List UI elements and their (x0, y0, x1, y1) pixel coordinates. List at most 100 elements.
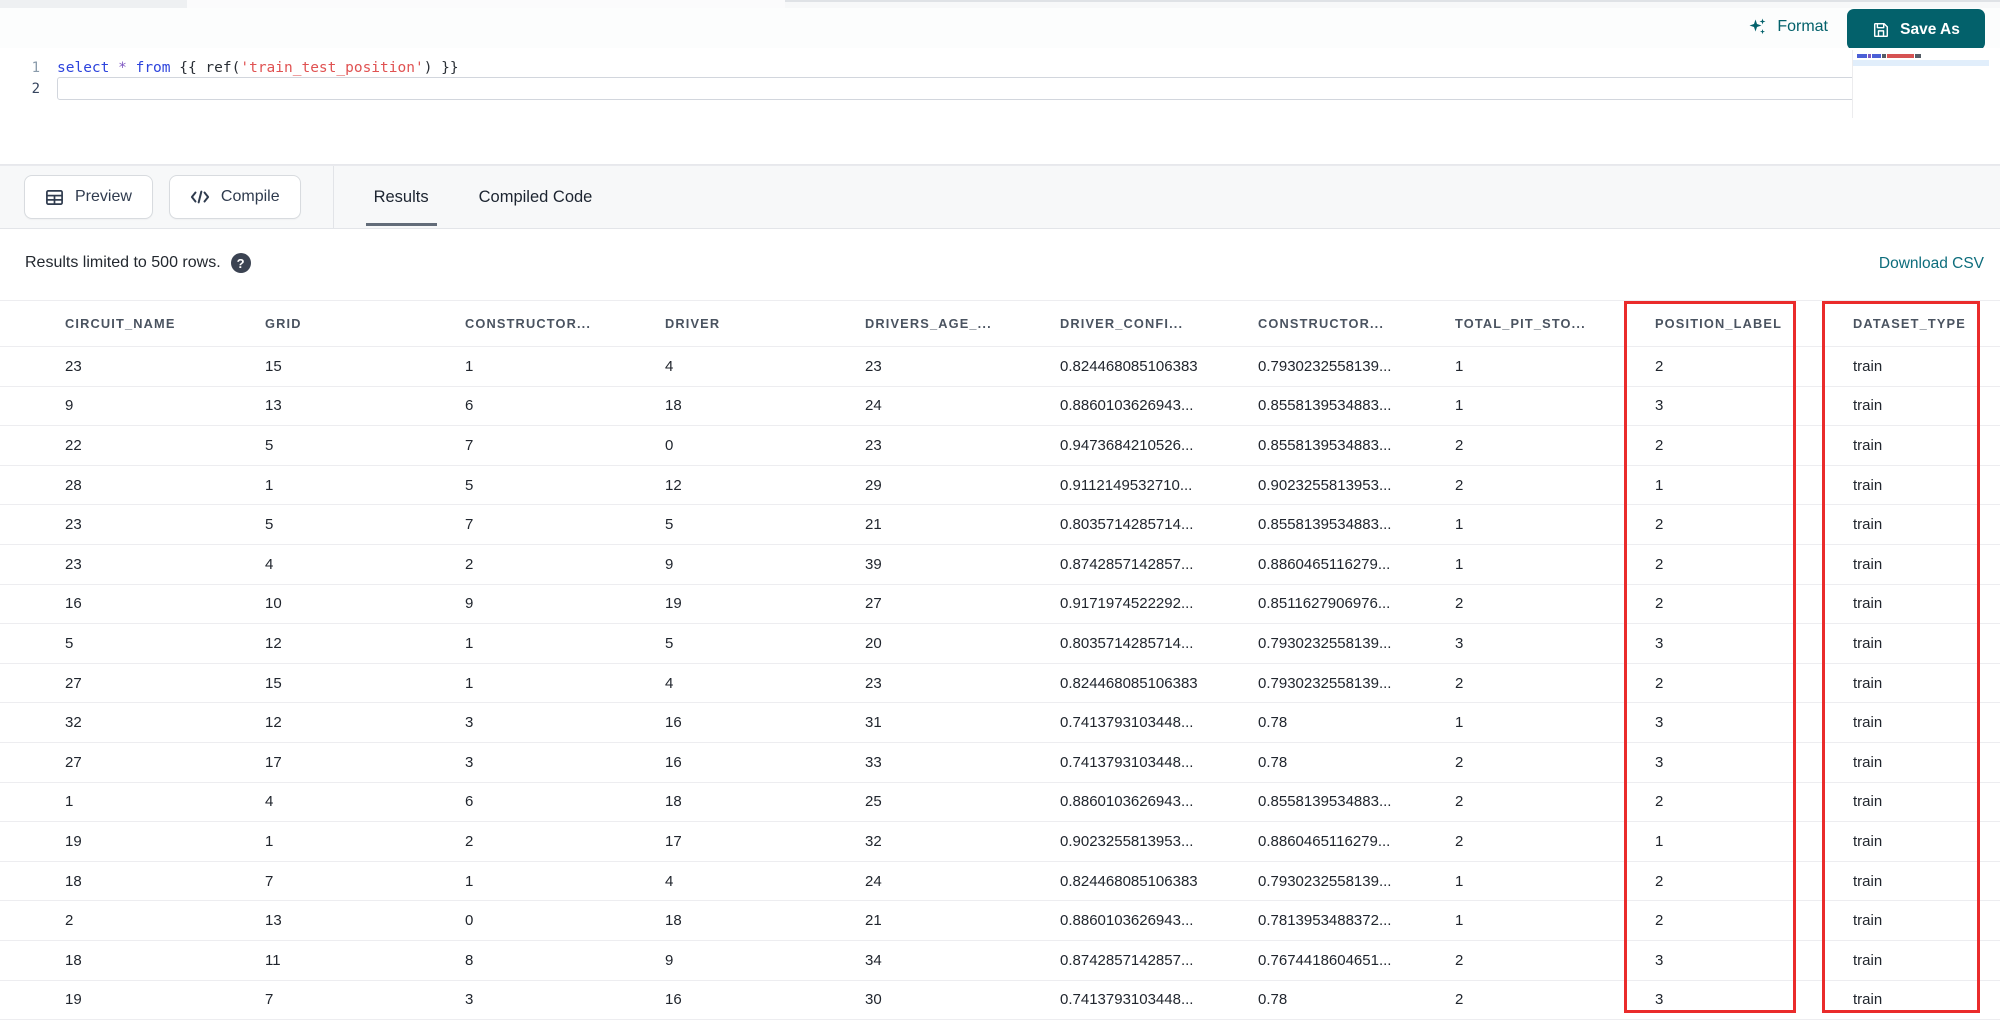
table-cell: 0.824468085106383 (1060, 674, 1198, 692)
table-cell: 2 (1655, 595, 1664, 613)
table-cell: 10 (265, 595, 282, 613)
table-cell: 4 (665, 872, 674, 890)
table-cell: 25 (865, 793, 882, 811)
compile-button[interactable]: Compile (168, 175, 301, 219)
table-cell: 1 (1655, 832, 1664, 850)
table-cell: 0.824468085106383 (1060, 357, 1198, 375)
table-cell: 16 (665, 753, 682, 771)
table-cell: 3 (465, 991, 474, 1009)
table-row: 1 4 6 18 25 0.8860103626943... 0.8558139534883… (0, 783, 2000, 823)
table-cell: 0.78 (1258, 991, 1288, 1009)
table-cell: 18 (65, 951, 82, 969)
table-cell: 34 (865, 951, 882, 969)
table-cell: train (1853, 476, 1883, 494)
help-icon[interactable]: ? (230, 253, 251, 273)
table-cell: 27 (865, 595, 882, 613)
table-cell: 22 (65, 436, 82, 454)
table-cell: 23 (65, 516, 82, 534)
tab-compiled-code[interactable]: Compiled Code (467, 166, 605, 228)
table-cell: 3 (1655, 634, 1664, 652)
table-body: 23 15 1 4 23 0.824468085106383 0.7930232558139… (0, 347, 2000, 1020)
table-cell: 23 (65, 357, 82, 375)
editor-header-bar: Format Save As (0, 8, 2000, 50)
compile-label: Compile (220, 188, 280, 205)
table-cell: 0.9112149532710... (1060, 476, 1193, 494)
line-number: 1 (31, 59, 40, 76)
table-cell: 0.9171974522292... (1060, 595, 1194, 613)
table-row: 2 13 0 18 21 0.8860103626943... 0.781395348837… (0, 901, 2000, 941)
table-cell: 0.9023255813953... (1060, 832, 1194, 850)
table-cell: 1 (65, 793, 74, 811)
table-row: 32 12 3 16 31 0.7413793103448... 0.78 1 3 train (0, 703, 2000, 743)
table-cell: 0.7930232558139... (1258, 674, 1392, 692)
table-cell: 12 (665, 476, 682, 494)
table-cell: train (1853, 951, 1883, 969)
table-cell: 0.7930232558139... (1258, 634, 1392, 652)
save-as-button[interactable]: Save As (1847, 9, 1985, 50)
code-editor[interactable]: 1 select * from {{ ref('train_test_positi… (0, 48, 2000, 165)
table-cell: 2 (1455, 832, 1464, 850)
table-cell: 9 (665, 555, 674, 573)
table-cell: 17 (665, 832, 682, 850)
table-row: 23 15 1 4 23 0.824468085106383 0.7930232558139… (0, 347, 2000, 387)
code-line[interactable]: 1 select * from {{ ref('train_test_positi… (0, 57, 2000, 78)
format-button[interactable]: Format (1748, 17, 1828, 37)
table-cell: 3 (1655, 397, 1664, 415)
table-row: 22 5 7 0 23 0.9473684210526... 0.8558139534883… (0, 426, 2000, 466)
table-cell: 6 (465, 397, 474, 415)
column-header: CONSTRUCTOR... (1258, 316, 1385, 331)
table-cell: 0 (465, 912, 474, 930)
table-cell: 23 (865, 674, 882, 692)
table-cell: 2 (465, 555, 474, 573)
table-cell: 2 (1455, 595, 1464, 613)
table-cell: 18 (665, 912, 682, 930)
table-cell: 0.8511627906976... (1258, 595, 1391, 613)
table-cell: 2 (1455, 753, 1464, 771)
tab-results[interactable]: Results (362, 166, 441, 228)
download-csv-link[interactable]: Download CSV (1879, 255, 1984, 273)
column-header: CONSTRUCTOR... (465, 316, 592, 331)
column-header: DRIVERS_AGE_... (865, 316, 992, 331)
table-cell: 6 (465, 793, 474, 811)
editor-minimap[interactable] (1852, 50, 1989, 118)
table-cell: 2 (1655, 793, 1664, 811)
table-cell: 0.7413793103448... (1060, 991, 1194, 1009)
table-cell: 5 (665, 516, 674, 534)
table-cell: 1 (1455, 516, 1464, 534)
table-cell: train (1853, 912, 1883, 930)
preview-button[interactable]: Preview (24, 175, 153, 219)
table-row: 19 1 2 17 32 0.9023255813953... 0.886046511627… (0, 822, 2000, 862)
table-cell: 0.78 (1258, 753, 1288, 771)
format-label: Format (1777, 18, 1828, 35)
table-cell: train (1853, 555, 1883, 573)
table-row: 27 15 1 4 23 0.824468085106383 0.7930232558139… (0, 664, 2000, 704)
table-cell: 11 (265, 951, 281, 969)
table-row: 23 4 2 9 39 0.8742857142857... 0.8860465116279… (0, 545, 2000, 585)
table-cell: 5 (465, 476, 474, 494)
table-cell: 1 (465, 872, 474, 890)
table-cell: train (1853, 872, 1883, 890)
table-cell: 0.8860103626943... (1060, 912, 1194, 930)
table-cell: 0.9023255813953... (1258, 476, 1392, 494)
table-cell: 1 (1455, 714, 1464, 732)
table-cell: 5 (265, 516, 274, 534)
table-cell: 5 (65, 634, 74, 652)
table-cell: 4 (265, 793, 274, 811)
table-cell: 0.8860103626943... (1060, 793, 1194, 811)
table-cell: 21 (865, 516, 882, 534)
column-header: GRID (265, 316, 302, 331)
table-cell: 13 (265, 912, 282, 930)
table-cell: 0.7930232558139... (1258, 357, 1392, 375)
table-cell: 23 (865, 357, 882, 375)
table-cell: 30 (865, 991, 882, 1009)
table-cell: 0.8860103626943... (1060, 397, 1194, 415)
table-cell: 7 (465, 436, 474, 454)
table-cell: 3 (465, 714, 474, 732)
table-cell: 2 (1655, 912, 1664, 930)
table-cell: 32 (65, 714, 82, 732)
table-cell: 2 (1455, 951, 1464, 969)
table-cell: 23 (865, 436, 882, 454)
table-cell: train (1853, 753, 1883, 771)
table-cell: 0.8860465116279... (1258, 555, 1391, 573)
table-cell: 0.8742857142857... (1060, 951, 1194, 969)
